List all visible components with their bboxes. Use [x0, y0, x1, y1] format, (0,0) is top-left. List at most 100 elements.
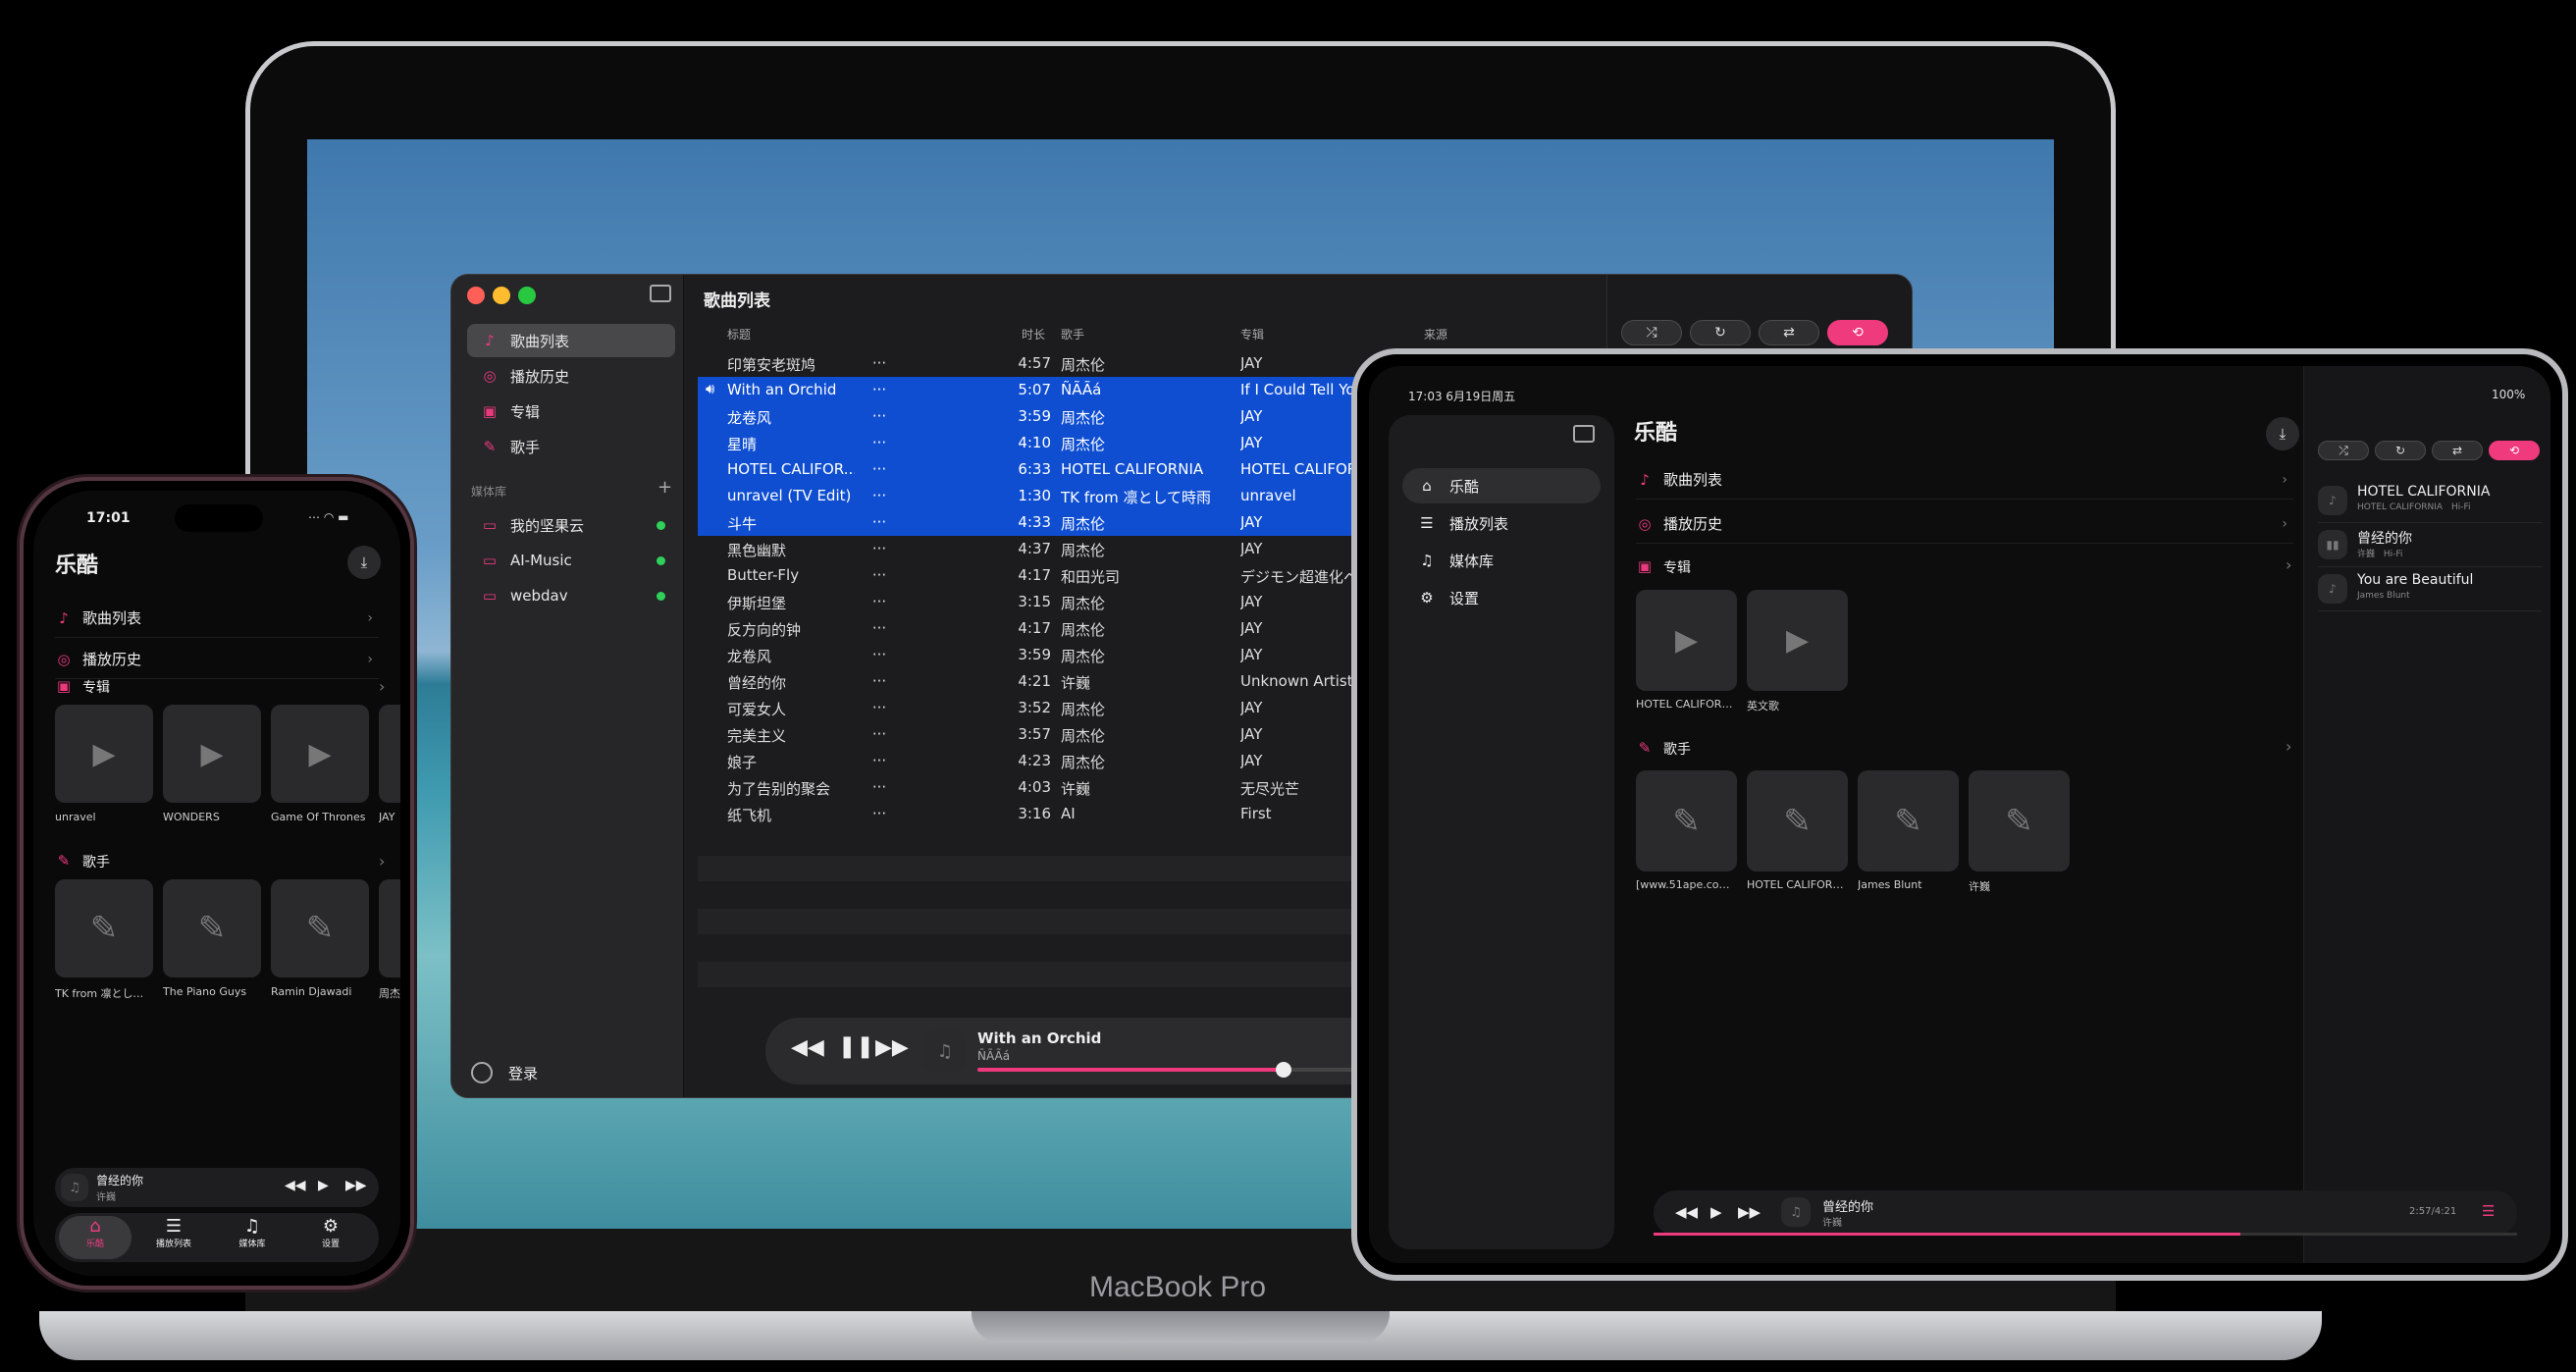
zoom-window-button[interactable] [518, 287, 536, 304]
shuffle-button[interactable]: ⤮ [1621, 320, 1682, 345]
minimize-window-button[interactable] [493, 287, 510, 304]
progress-bar[interactable] [977, 1068, 1370, 1072]
row-artist: 周杰伦 [1061, 621, 1106, 639]
more-button[interactable]: ··· [865, 407, 894, 425]
pause-button[interactable]: ❚❚ [838, 1034, 874, 1059]
sidebar-item-0[interactable]: ♪ 歌曲列表 [467, 324, 675, 357]
artist-header[interactable]: ✎ 歌手 [55, 852, 110, 871]
artist-tile[interactable]: ✎ [1636, 770, 1737, 871]
more-button[interactable]: ··· [865, 725, 894, 743]
row-artist: 周杰伦 [1061, 701, 1106, 718]
album-tile[interactable]: ▶ [1636, 590, 1737, 691]
more-button[interactable]: ··· [865, 805, 894, 822]
sidebar-item-2[interactable]: ♫ 媒体库 [1402, 543, 1601, 578]
album-tile[interactable]: ▶ [271, 705, 369, 803]
more-button[interactable]: ··· [865, 381, 894, 398]
sidebar-toggle-icon[interactable] [1573, 425, 1595, 443]
next-button[interactable]: ▶▶ [875, 1035, 909, 1060]
home-row[interactable]: ◎ 播放历史 › [55, 640, 379, 679]
col-title[interactable]: 标题 [727, 326, 751, 343]
progress-knob[interactable] [1276, 1062, 1291, 1078]
previous-button[interactable]: ◀◀ [1675, 1203, 1698, 1221]
sequential-button[interactable]: ⇄ [2432, 441, 2483, 460]
col-artist[interactable]: 歌手 [1061, 326, 1084, 343]
sidebar-item-3[interactable]: ✎ 歌手 [467, 430, 675, 463]
library-source-item[interactable]: ▭ webdav [467, 579, 675, 612]
artist-tile[interactable]: ✎ [55, 879, 153, 977]
more-button[interactable]: ··· [865, 487, 894, 504]
tab-home-icon[interactable]: ⌂ 乐酷 [59, 1216, 131, 1259]
login-button[interactable]: 登录 [471, 1062, 538, 1083]
more-button[interactable]: ··· [865, 434, 894, 451]
quality-badge: Hi-Fi [2383, 550, 2403, 559]
library-source-item[interactable]: ▭ AI-Music [467, 544, 675, 577]
artist-tile[interactable]: ✎ [1858, 770, 1959, 871]
repeat-one-button[interactable]: ↻ [1690, 320, 1751, 345]
artist-tile[interactable]: ✎ [379, 879, 400, 977]
sequential-button[interactable]: ⇄ [1759, 320, 1819, 345]
album-tile[interactable]: ▶ [379, 705, 400, 803]
sidebar-toggle-icon[interactable] [650, 285, 671, 302]
library-source-item[interactable]: ▭ 我的坚果云 [467, 508, 675, 542]
playback-time: 2:57/4:21 [2409, 1206, 2457, 1217]
more-button[interactable]: ··· [865, 646, 894, 663]
artist-tile[interactable]: ✎ [1969, 770, 2070, 871]
next-button[interactable]: ▶▶ [1738, 1203, 1761, 1221]
repeat-all-button[interactable]: ⟲ [1827, 320, 1888, 345]
playlist-icon[interactable]: ☰ [2482, 1202, 2495, 1220]
previous-button[interactable]: ◀◀ [285, 1178, 306, 1193]
album-tile[interactable]: ▶ [1747, 590, 1848, 691]
col-source[interactable]: 来源 [1424, 326, 1447, 343]
tab-library-icon[interactable]: ♫ 媒体库 [216, 1216, 289, 1259]
sidebar-item-2[interactable]: ▣ 专辑 [467, 395, 675, 428]
album-header[interactable]: ▣ 专辑 [1636, 557, 1691, 577]
queue-item[interactable]: ▮▮ 曾经的你 许巍 Hi-Fi [2318, 524, 2542, 567]
mini-player[interactable]: ♫ 曾经的你 许巍 ◀◀ ▶ ▶▶ [55, 1168, 379, 1207]
more-button[interactable]: ··· [865, 752, 894, 769]
import-button[interactable]: ⤓ [2266, 417, 2299, 450]
tab-list-icon[interactable]: ☰ 播放列表 [137, 1216, 210, 1259]
more-button[interactable]: ··· [865, 460, 894, 478]
more-button[interactable]: ··· [865, 513, 894, 531]
more-button[interactable]: ··· [865, 566, 894, 584]
artist-header[interactable]: ✎ 歌手 [1636, 739, 1691, 759]
repeat-all-button[interactable]: ⟲ [2489, 441, 2540, 460]
more-button[interactable]: ··· [865, 778, 894, 796]
close-window-button[interactable] [467, 287, 485, 304]
col-album[interactable]: 专辑 [1240, 326, 1264, 343]
import-button[interactable]: ⤓ [347, 546, 381, 579]
progress-bar[interactable] [1654, 1233, 2517, 1236]
next-button[interactable]: ▶▶ [345, 1178, 367, 1193]
home-row[interactable]: ♪ 歌曲列表 › [55, 599, 379, 638]
artist-tile[interactable]: ✎ [1747, 770, 1848, 871]
album-tile[interactable]: ▶ [163, 705, 261, 803]
add-source-button[interactable]: + [657, 477, 672, 498]
shuffle-button[interactable]: ⤮ [2318, 441, 2369, 460]
more-button[interactable]: ··· [865, 593, 894, 610]
more-button[interactable]: ··· [865, 354, 894, 372]
sidebar-item-1[interactable]: ◎ 播放历史 [467, 359, 675, 393]
more-button[interactable]: ··· [865, 699, 894, 716]
repeat-one-button[interactable]: ↻ [2375, 441, 2426, 460]
queue-item[interactable]: ♪ You are Beautiful James Blunt [2318, 568, 2542, 611]
song-list-icon: ♪ [1640, 470, 1650, 489]
more-button[interactable]: ··· [865, 540, 894, 557]
more-button[interactable]: ··· [865, 672, 894, 690]
tab-gear-icon[interactable]: ⚙ 设置 [294, 1216, 367, 1259]
queue-item[interactable]: ♪ HOTEL CALIFORNIA HOTEL CALIFORNIA Hi-F… [2318, 480, 2542, 523]
sidebar-item-1[interactable]: ☰ 播放列表 [1402, 505, 1601, 541]
artist-tile[interactable]: ✎ [271, 879, 369, 977]
play-button[interactable]: ▶ [318, 1178, 329, 1193]
row-duration: 4:23 [1018, 752, 1051, 769]
more-button[interactable]: ··· [865, 619, 894, 637]
artist-tile[interactable]: ✎ [163, 879, 261, 977]
album-tile[interactable]: ▶ [55, 705, 153, 803]
home-row[interactable]: ♪ 歌曲列表 › [1636, 460, 2293, 500]
sidebar-item-3[interactable]: ⚙ 设置 [1402, 580, 1601, 615]
sidebar-item-0[interactable]: ⌂ 乐酷 [1402, 468, 1601, 503]
album-header[interactable]: ▣ 专辑 [55, 677, 110, 697]
previous-button[interactable]: ◀◀ [791, 1035, 824, 1060]
home-row[interactable]: ◎ 播放历史 › [1636, 504, 2293, 544]
play-button[interactable]: ▶ [1710, 1203, 1722, 1221]
col-duration[interactable]: 时长 [1022, 326, 1045, 343]
